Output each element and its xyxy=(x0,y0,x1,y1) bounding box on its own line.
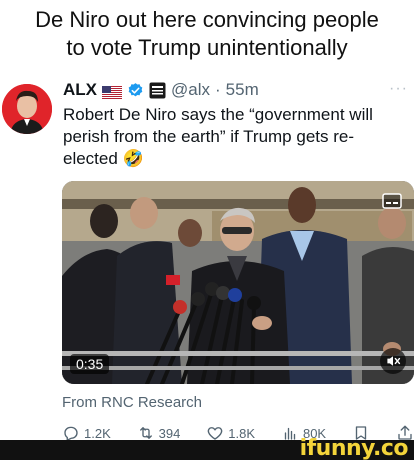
header-separator: · xyxy=(215,80,221,99)
tweet-timestamp[interactable]: 55m xyxy=(226,80,259,100)
author-name[interactable]: ALX xyxy=(63,80,97,100)
meme-caption: De Niro out here convincing people to vo… xyxy=(0,6,414,62)
reply-count: 1.2K xyxy=(84,425,111,441)
tweet-header: ALX @alx · 55m xyxy=(63,78,259,102)
caption-line-2: to vote Trump unintentionally xyxy=(66,35,348,60)
affiliate-badge-icon xyxy=(149,82,166,99)
tweet-body: Robert De Niro says the “government will… xyxy=(63,105,373,168)
us-flag-icon xyxy=(102,84,122,99)
video-duration: 0:35 xyxy=(70,354,110,374)
mute-button[interactable] xyxy=(380,348,406,374)
video-frame xyxy=(62,181,414,384)
mute-icon xyxy=(387,356,401,366)
caption-line-1: De Niro out here convincing people xyxy=(35,7,379,32)
tweet-card[interactable]: ALX @alx · 55m ··· Robert De Niro says t… xyxy=(0,78,414,442)
captions-icon[interactable] xyxy=(382,193,402,209)
verified-badge-icon xyxy=(127,82,144,99)
author-handle[interactable]: @alx xyxy=(171,80,210,100)
repost-count: 394 xyxy=(158,425,181,441)
media-source-attribution[interactable]: From RNC Research xyxy=(62,394,202,411)
ifunny-watermark: ifunny.co xyxy=(299,436,409,460)
like-count: 1.8K xyxy=(228,425,256,441)
tweet-text: Robert De Niro says the “government will… xyxy=(63,104,403,170)
video-player[interactable]: 0:35 xyxy=(62,181,414,384)
avatar[interactable] xyxy=(2,84,52,134)
more-options-icon[interactable]: ··· xyxy=(389,80,408,98)
rofl-emoji: 🤣 xyxy=(122,149,144,168)
